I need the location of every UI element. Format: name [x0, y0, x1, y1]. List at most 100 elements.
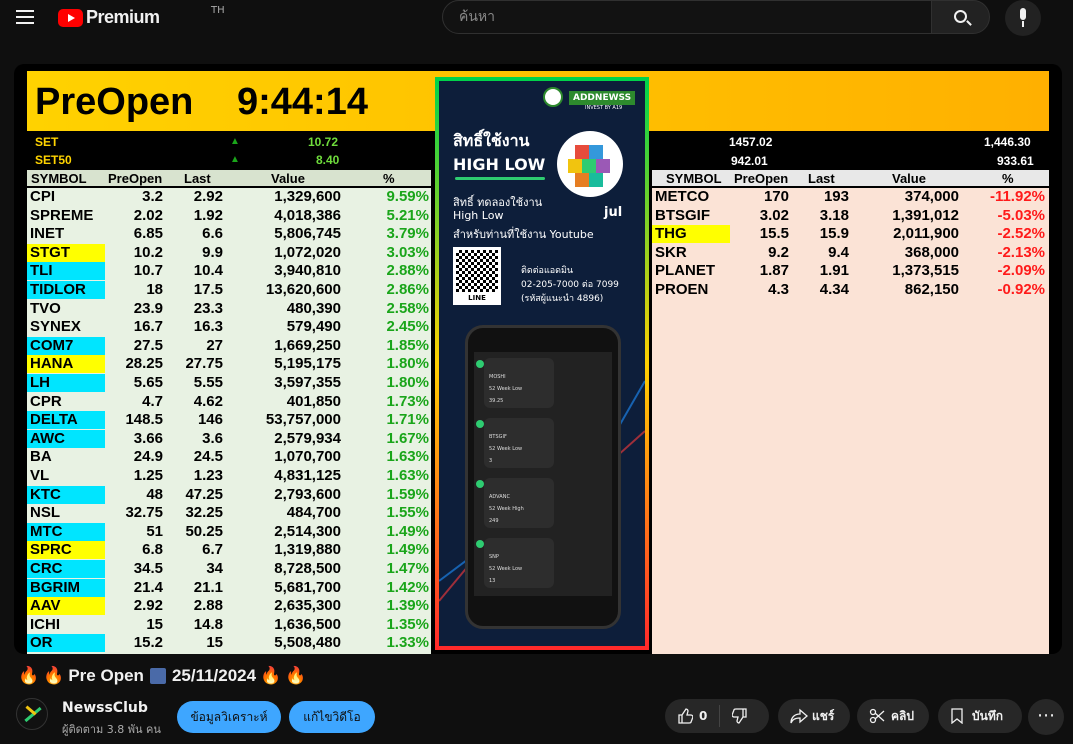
last-cell: 3.6	[202, 429, 223, 447]
channel-name[interactable]: NewssClub	[62, 700, 148, 716]
top-bar: Premium TH	[0, 0, 1073, 36]
up-arrow-icon: ▲	[230, 136, 240, 147]
ad-text: High Low	[453, 209, 504, 222]
pct-cell: 1.39%	[386, 597, 429, 615]
fire-icon: 🔥	[285, 666, 307, 685]
preopen-cell: 10.7	[133, 262, 163, 280]
preopen-cell: 1.87	[759, 262, 789, 280]
title-text: Pre Open	[68, 666, 144, 685]
col-preopen: PreOpen	[108, 170, 163, 186]
search-box	[442, 0, 932, 34]
preopen-cell: 4.7	[142, 392, 163, 410]
pct-cell: 1.71%	[386, 411, 429, 429]
value-cell: 2,579,934	[274, 429, 341, 447]
symbol-cell: TLI	[27, 262, 105, 281]
value-cell: 1,669,250	[274, 336, 341, 354]
like-icon[interactable]	[677, 708, 694, 724]
index-value: 1457.02	[729, 135, 773, 149]
last-cell: 27	[206, 336, 223, 354]
ad-contact: ติดต่อแอดมิน	[521, 266, 574, 276]
ad-contact: 02-205-7000 ต่อ 7099	[521, 280, 619, 290]
value-cell: 2,011,900	[893, 225, 959, 243]
mic-icon	[1020, 8, 1026, 20]
last-cell: 24.5	[193, 448, 223, 466]
pct-cell: 1.59%	[386, 485, 429, 503]
table-row: HANA 28.25 27.75 5,195,175 1.80%	[27, 355, 431, 374]
symbol-cell: DELTA	[27, 411, 105, 430]
more-actions-button[interactable]: ⋯	[1028, 699, 1064, 735]
logo-region: TH	[211, 5, 225, 16]
last-cell: 14.8	[193, 615, 223, 633]
preopen-cell: 16.7	[133, 318, 163, 336]
table-row: LH 5.65 5.55 3,597,355 1.80%	[27, 374, 431, 392]
share-button[interactable]: แชร์	[778, 699, 850, 733]
table-row: MTC 51 50.25 2,514,300 1.49%	[27, 522, 431, 541]
dislike-icon[interactable]	[731, 708, 748, 724]
pct-cell: 2.88%	[386, 262, 429, 280]
bookmark-icon	[950, 708, 966, 725]
symbol-cell: BTSGIF	[655, 206, 710, 224]
index-value: 8.40	[316, 153, 340, 167]
pct-cell: 1.47%	[386, 560, 429, 577]
pct-cell: 2.45%	[386, 318, 429, 336]
table-row: NSL 32.75 32.25 484,700 1.55%	[27, 504, 431, 522]
chat-bubble: MOSHI 52 Week Low 39.25	[476, 358, 554, 408]
pct-cell: 1.63%	[386, 448, 429, 466]
banner-time: 9:44:14	[237, 81, 368, 123]
symbol-cell: BA	[30, 448, 52, 466]
last-cell: 6.6	[202, 225, 223, 243]
save-button[interactable]: บันทึก	[938, 699, 1022, 733]
preopen-cell: 3.2	[142, 188, 163, 205]
table-row: COM7 27.5 27 1,669,250 1.85%	[27, 336, 431, 355]
index-value: 933.61	[997, 154, 1034, 168]
table-row: STGT 10.2 9.9 1,072,020 3.03%	[27, 243, 431, 262]
edit-video-button[interactable]: แก้ไขวิดีโอ	[289, 701, 375, 733]
menu-icon[interactable]	[16, 10, 34, 24]
search-input[interactable]	[443, 1, 931, 33]
value-cell: 4,831,125	[274, 467, 341, 484]
pct-cell: 1.49%	[386, 541, 429, 559]
voice-search-button[interactable]	[1005, 0, 1041, 36]
search-button[interactable]	[931, 0, 990, 34]
clip-label: คลิป	[891, 708, 914, 723]
pct-cell: 5.21%	[386, 206, 429, 224]
col-value: Value	[892, 170, 926, 186]
channel-avatar[interactable]	[16, 698, 48, 730]
symbol-cell: SPRC	[27, 541, 105, 560]
ad-text: สำหรับท่านที่ใช้งาน Youtube	[453, 228, 594, 241]
table-row: PLANET 1.87 1.91 1,373,515 -2.09%	[652, 262, 1049, 280]
table-row: BGRIM 21.4 21.1 5,681,700 1.42%	[27, 578, 431, 597]
pct-cell: 1.80%	[386, 374, 429, 391]
table-row: CRC 34.5 34 8,728,500 1.47%	[27, 560, 431, 578]
clip-button[interactable]: คลิป	[857, 699, 929, 733]
up-arrow-icon: ▲	[230, 154, 240, 165]
index-name: SET	[35, 135, 59, 149]
ad-underline	[455, 177, 545, 180]
youtube-logo[interactable]: Premium TH	[58, 5, 225, 28]
preopen-cell: 23.9	[133, 299, 163, 317]
preopen-cell: 4.3	[768, 281, 789, 298]
pct-cell: 1.73%	[386, 392, 429, 410]
symbol-cell: TIDLOR	[27, 281, 105, 299]
value-cell: 2,793,600	[274, 485, 341, 503]
symbol-cell: AAV	[27, 597, 105, 616]
last-cell: 10.4	[193, 262, 223, 280]
video-player[interactable]: PreOpen 9:44:14 SET ▲ 10.72 SET50 ▲ 8.40…	[14, 64, 1062, 654]
last-cell: 32.25	[185, 504, 223, 522]
symbol-cell: METCO	[655, 188, 710, 205]
pct-cell: 1.33%	[386, 634, 429, 652]
like-dislike-group: 0	[665, 699, 769, 733]
last-cell: 146	[197, 411, 223, 429]
preopen-cell: 48	[146, 485, 163, 503]
pct-cell: 1.49%	[386, 522, 429, 540]
ad-jul-text: jul	[604, 205, 623, 220]
symbol-cell: CRC	[27, 560, 105, 578]
preopen-cell: 10.2	[133, 243, 163, 261]
analytics-button[interactable]: ข้อมูลวิเคราะห์	[177, 701, 281, 733]
pct-cell: 1.67%	[386, 429, 429, 447]
losers-table: METCO 170 193 374,000 -11.92% BTSGIF 3.02 3.18 1…	[652, 188, 1049, 654]
channel-subscribers: ผู้ติดตาม 3.8 พัน คน	[62, 723, 161, 736]
phone-mockup: MOSHI 52 Week Low 39.25 BTSGIF 52 Week L…	[465, 325, 621, 629]
addnewss-logo-icon	[543, 87, 563, 107]
last-cell: 15.9	[819, 225, 849, 243]
